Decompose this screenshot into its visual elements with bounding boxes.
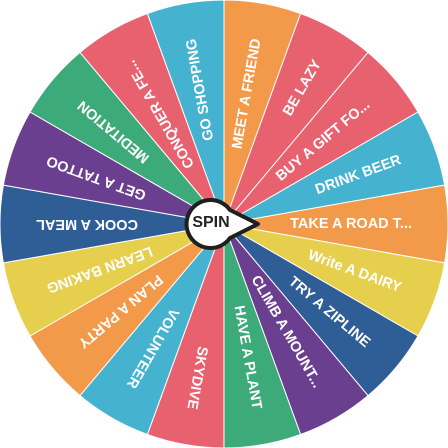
wheel-segment-label: TAKE A ROAD T... <box>290 216 412 232</box>
spin-pointer-icon <box>184 197 260 250</box>
spin-button[interactable] <box>180 197 266 251</box>
wheel-segment-label: COOK A MEAL <box>36 216 138 232</box>
